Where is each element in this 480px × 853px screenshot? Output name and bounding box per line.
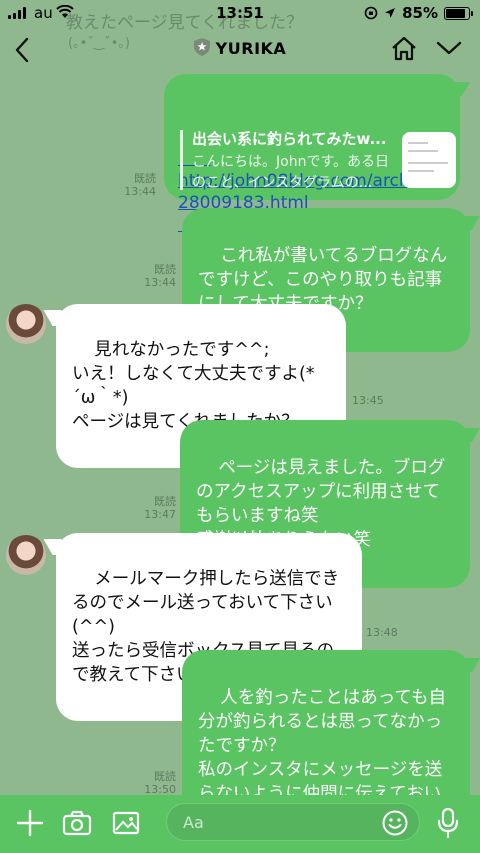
chat-area[interactable]: http://john08blog.com/archives/28009183.… — [0, 0, 480, 853]
chat-header: YURIKA — [0, 28, 480, 72]
chevron-down-icon[interactable] — [436, 40, 462, 56]
avatar[interactable] — [6, 535, 46, 575]
plus-icon[interactable] — [16, 809, 44, 837]
message-time: 13:44 — [144, 276, 176, 289]
microphone-icon[interactable] — [436, 807, 460, 839]
preview-description: こんにちは。Johnです。ある日のこと、インスタグラムの... — [192, 154, 390, 191]
battery-icon — [444, 6, 473, 20]
emoji-icon[interactable] — [381, 809, 409, 837]
status-bar: au 13:51 85% — [0, 0, 480, 28]
avatar[interactable] — [6, 304, 46, 344]
message-time: 13:48 — [366, 626, 398, 639]
message-input[interactable]: Aa — [166, 803, 420, 841]
battery-percent: 85% — [402, 4, 438, 22]
read-receipt: 既読 — [154, 495, 176, 508]
home-icon[interactable] — [390, 36, 418, 62]
contact-name: YURIKA — [215, 39, 287, 58]
camera-icon[interactable] — [62, 809, 92, 837]
preview-thumbnail — [402, 132, 456, 188]
message-time: 13:45 — [352, 394, 384, 407]
message-meta: 既読 13:44 — [120, 172, 156, 198]
message-meta: 13:48 — [366, 626, 398, 639]
message-meta: 既読 13:44 — [138, 263, 176, 289]
input-placeholder: Aa — [183, 813, 204, 832]
image-icon[interactable] — [112, 809, 140, 837]
input-bar: Aa — [0, 795, 480, 853]
location-icon — [385, 8, 396, 18]
message-meta: 既読 13:47 — [138, 495, 176, 521]
read-receipt: 既読 — [154, 263, 176, 276]
read-receipt: 既読 — [134, 172, 156, 185]
message-meta: 13:45 — [352, 394, 384, 407]
message-text: 見れなかったです^^; いえ！しなくて大丈夫ですよ(*´ω｀*) ページは見てく… — [72, 340, 315, 432]
read-receipt: 既読 — [154, 770, 176, 783]
link-preview[interactable]: 出会い系に釣られてみたw... こんにちは。Johnです。ある日のこと、インスタ… — [180, 126, 460, 196]
message-meta: 既読 13:50 — [138, 770, 176, 796]
star-badge-icon — [193, 38, 210, 56]
message-time: 13:44 — [124, 185, 156, 198]
orientation-lock-icon — [364, 6, 378, 20]
message-time: 13:47 — [144, 508, 176, 521]
preview-bar — [180, 130, 183, 190]
preview-title: 出会い系に釣られてみたw... — [192, 130, 387, 148]
